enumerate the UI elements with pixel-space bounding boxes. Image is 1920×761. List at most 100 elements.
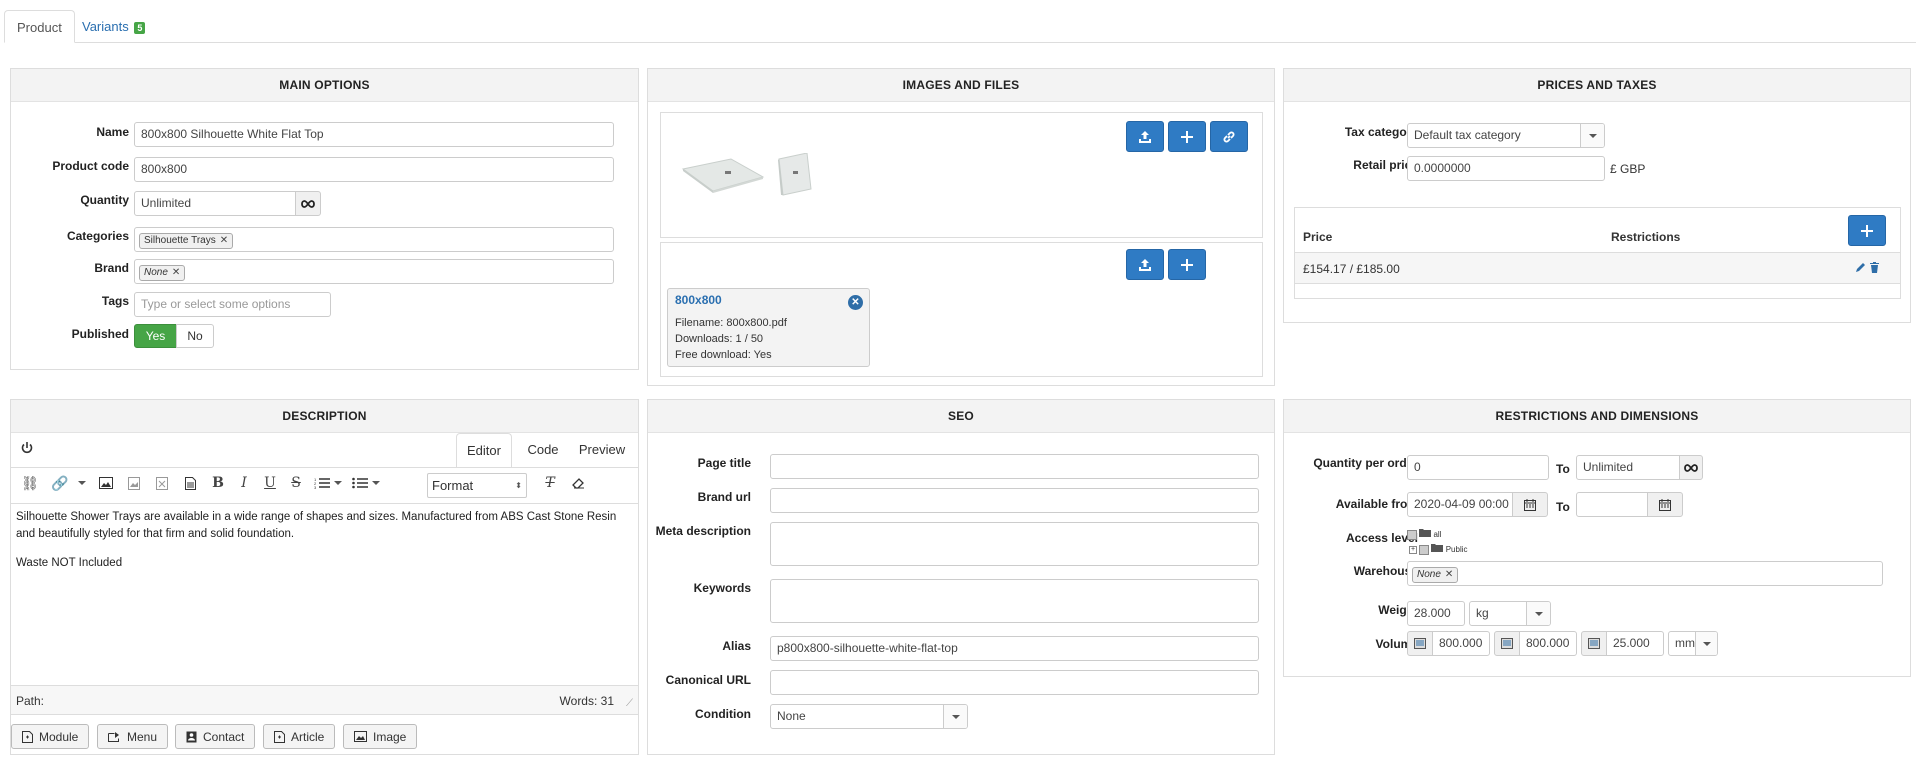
- add-file-button[interactable]: [1168, 249, 1206, 280]
- add-price-button[interactable]: [1848, 215, 1886, 246]
- document-icon[interactable]: [179, 472, 201, 494]
- numbered-list-icon[interactable]: 123: [311, 472, 333, 494]
- chevron-down-icon[interactable]: [333, 472, 343, 494]
- access-node-all[interactable]: all: [1407, 528, 1468, 543]
- format-select[interactable]: Format ⬍: [427, 473, 527, 498]
- table-row: £154.17 / £185.00: [1295, 252, 1900, 284]
- contact-button[interactable]: Contact: [175, 724, 256, 749]
- checkbox-checked-icon[interactable]: [1419, 544, 1430, 555]
- tax-category-select[interactable]: Default tax category: [1407, 123, 1605, 148]
- product-code-label: Product code: [52, 159, 129, 173]
- volume-unit-select[interactable]: mm: [1668, 631, 1718, 656]
- add-image-button[interactable]: [1168, 121, 1206, 152]
- power-toggle-icon[interactable]: [20, 441, 34, 458]
- strikethrough-icon[interactable]: S: [285, 472, 307, 494]
- media-icon[interactable]: [151, 472, 173, 494]
- image-properties-icon[interactable]: [123, 472, 145, 494]
- categories-field[interactable]: Silhouette Trays ✕: [134, 227, 614, 252]
- bullet-list-icon[interactable]: [349, 472, 371, 494]
- access-node-public[interactable]: + Public: [1407, 543, 1468, 558]
- italic-icon[interactable]: I: [233, 472, 255, 494]
- tab-variants[interactable]: Variants 5: [70, 10, 157, 43]
- chevron-down-icon[interactable]: [77, 472, 87, 494]
- infinity-icon: [1684, 463, 1698, 472]
- tab-preview[interactable]: Preview: [571, 433, 633, 467]
- volume-width-input[interactable]: 800.000: [1519, 631, 1577, 656]
- link-image-button[interactable]: [1210, 121, 1248, 152]
- warehouse-tag[interactable]: None ✕: [1412, 567, 1459, 583]
- volume-unit-value: mm: [1675, 636, 1695, 650]
- available-from-label: Available from: [1335, 497, 1418, 511]
- warehouse-field[interactable]: None ✕: [1407, 561, 1883, 586]
- expand-icon[interactable]: +: [1409, 545, 1417, 554]
- delete-price-icon[interactable]: [1869, 261, 1880, 276]
- product-code-input[interactable]: 800x800: [134, 157, 614, 182]
- upload-file-button[interactable]: [1126, 249, 1164, 280]
- link-icon[interactable]: 🔗: [49, 472, 71, 494]
- tab-bar: Product Variants 5: [4, 10, 1916, 43]
- menu-button[interactable]: Menu: [97, 724, 169, 749]
- insert-image-icon[interactable]: [95, 472, 117, 494]
- remove-tag-icon[interactable]: ✕: [220, 235, 228, 246]
- module-button[interactable]: Module: [11, 724, 90, 749]
- quantity-min-input[interactable]: 0: [1407, 455, 1549, 480]
- retail-price-input[interactable]: 0.0000000: [1407, 156, 1605, 181]
- quantity-input[interactable]: Unlimited: [134, 191, 296, 216]
- tags-input[interactable]: Type or select some options: [134, 292, 331, 317]
- tab-code[interactable]: Code: [520, 433, 566, 467]
- unlimited-toggle-button[interactable]: [295, 191, 321, 216]
- tab-editor[interactable]: Editor: [456, 433, 512, 467]
- brand-field[interactable]: None ✕: [134, 259, 614, 284]
- canonical-url-input[interactable]: [770, 670, 1259, 695]
- keywords-textarea[interactable]: [770, 579, 1259, 623]
- published-no-button[interactable]: No: [176, 324, 214, 348]
- calendar-button[interactable]: [1512, 492, 1548, 517]
- meta-description-textarea[interactable]: [770, 522, 1259, 566]
- condition-select[interactable]: None: [770, 704, 968, 729]
- page-title-input[interactable]: [770, 454, 1259, 479]
- to-label: To: [1556, 462, 1570, 476]
- contact-button-label: Contact: [203, 729, 245, 744]
- published-yes-button[interactable]: Yes: [134, 324, 177, 348]
- article-button[interactable]: Article: [263, 724, 336, 749]
- remove-file-icon[interactable]: ✕: [848, 295, 863, 310]
- calendar-button[interactable]: [1647, 492, 1683, 517]
- file-filename: Filename: 800x800.pdf: [675, 317, 787, 329]
- name-input[interactable]: 800x800 Silhouette White Flat Top: [134, 122, 614, 147]
- brand-label: Brand: [94, 261, 129, 275]
- calendar-icon: [1659, 498, 1671, 511]
- quantity-max-input[interactable]: Unlimited: [1576, 455, 1680, 480]
- weight-unit-select[interactable]: kg: [1469, 601, 1551, 626]
- volume-height-input[interactable]: 25.000: [1606, 631, 1664, 656]
- unlink-icon[interactable]: ⛓: [19, 472, 41, 494]
- unlimited-toggle-button[interactable]: [1679, 455, 1703, 480]
- underline-icon[interactable]: U: [259, 472, 281, 494]
- file-title-link[interactable]: 800x800: [675, 293, 862, 307]
- meta-description-label: Meta description: [655, 524, 751, 538]
- category-tag[interactable]: Silhouette Trays ✕: [139, 233, 234, 249]
- image-button[interactable]: Image: [343, 724, 418, 749]
- tab-product[interactable]: Product: [4, 10, 75, 43]
- clear-formatting-icon[interactable]: T: [539, 472, 561, 494]
- weight-input[interactable]: 28.000: [1407, 601, 1465, 626]
- editor-content[interactable]: Silhouette Shower Trays are available in…: [11, 504, 638, 685]
- available-from-input[interactable]: 2020-04-09 00:00: [1407, 492, 1513, 517]
- checkbox-checked-icon[interactable]: [1407, 529, 1417, 540]
- product-image-thumbnail[interactable]: [681, 155, 765, 195]
- contact-icon: [186, 731, 197, 742]
- chevron-down-icon[interactable]: [371, 472, 381, 494]
- brand-tag[interactable]: None ✕: [139, 265, 186, 281]
- eraser-icon[interactable]: [567, 472, 589, 494]
- resize-handle-icon[interactable]: ⟋: [626, 698, 633, 709]
- available-to-input[interactable]: [1576, 492, 1648, 517]
- product-image-thumbnail[interactable]: [777, 152, 813, 197]
- volume-length-input[interactable]: 800.000: [1432, 631, 1490, 656]
- brand-url-input[interactable]: [770, 488, 1259, 513]
- edit-price-icon[interactable]: [1855, 261, 1867, 276]
- remove-tag-icon[interactable]: ✕: [1445, 569, 1453, 580]
- upload-image-button[interactable]: [1126, 121, 1164, 152]
- remove-tag-icon[interactable]: ✕: [172, 267, 180, 278]
- bold-icon[interactable]: B: [207, 472, 229, 494]
- editor-toolbar: ⛓ 🔗 B I U S 123 Format ⬍ T: [11, 467, 638, 504]
- alias-input[interactable]: p800x800-silhouette-white-flat-top: [770, 636, 1259, 661]
